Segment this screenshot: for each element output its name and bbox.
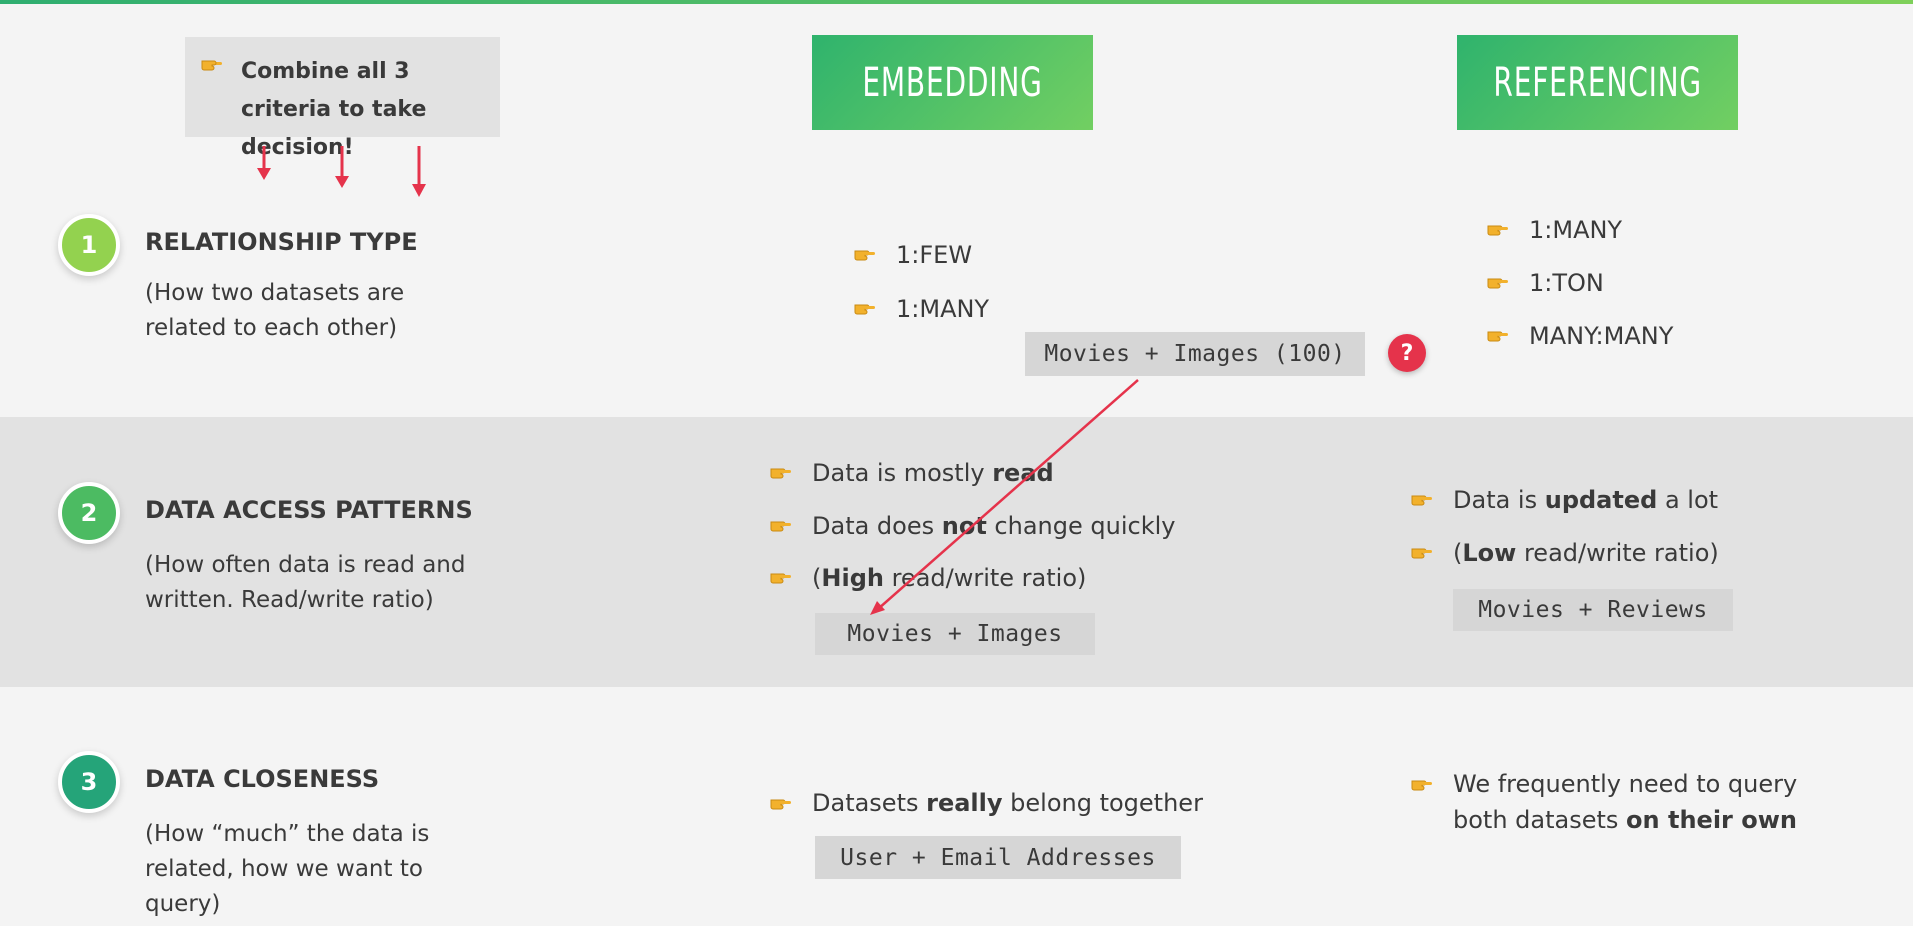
down-arrow — [412, 146, 426, 197]
diagonal-arrow — [870, 379, 1139, 615]
down-arrow — [335, 146, 349, 188]
down-arrow — [257, 146, 271, 180]
arrows-overlay — [257, 146, 1139, 615]
